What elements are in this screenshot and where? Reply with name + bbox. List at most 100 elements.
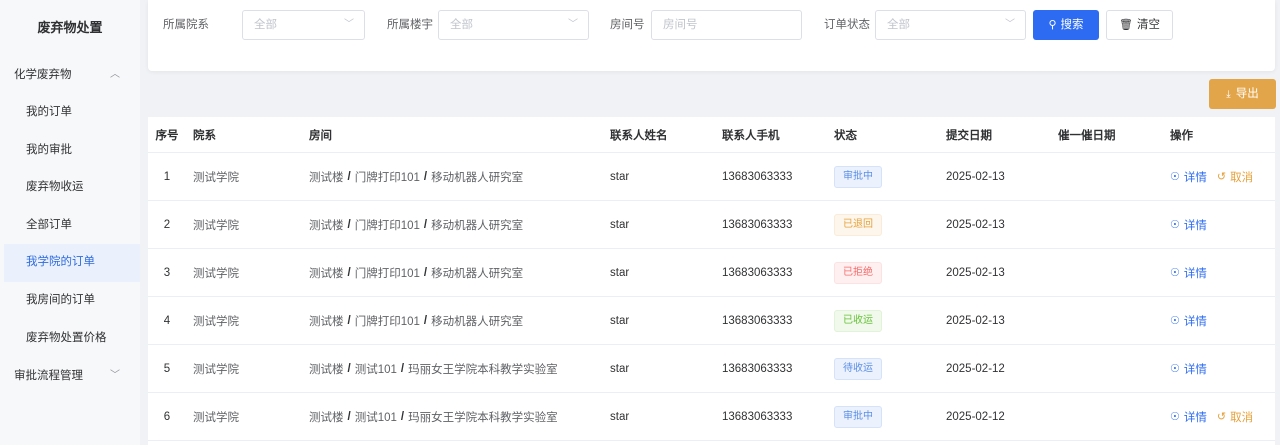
header-index: 序号 xyxy=(155,129,179,142)
status-badge: 已收运 xyxy=(834,309,882,332)
building-filter-label: 所属楼宇 xyxy=(387,19,433,31)
table-row: 2 测试学院 测试楼 / 门牌打印101/移动机器人研究室 star 1368306… xyxy=(148,201,1275,249)
building-select[interactable]: 全部 ﹀ xyxy=(438,10,589,40)
row-contact-phone: 13683063333 xyxy=(722,170,793,183)
undo-icon: ↺ xyxy=(1216,411,1227,423)
menu-group-chemical-waste[interactable]: 化学废弃物 ︿ xyxy=(0,56,140,94)
table-header: 序号 院系 房间 联系人姓名 联系人手机 状态 提交日期 催一催日期 操作 xyxy=(148,117,1275,153)
eye-icon: ☉ xyxy=(1170,411,1180,423)
download-icon: ⤓ xyxy=(1226,89,1231,100)
row-college: 测试学院 xyxy=(193,363,239,376)
row-room: 测试楼 / 门牌打印101/移动机器人研究室 xyxy=(309,266,524,280)
detail-link[interactable]: ☉ 详情 xyxy=(1170,169,1207,185)
header-remind-date: 催一催日期 xyxy=(1058,129,1116,142)
row-college: 测试学院 xyxy=(193,219,239,232)
orders-table: 序号 院系 房间 联系人姓名 联系人手机 状态 提交日期 催一催日期 操作 1 … xyxy=(148,117,1275,445)
sidebar: 废弃物处置 化学废弃物 ︿ 我的订单 我的审批 废弃物收运 全部订单 我学院的订… xyxy=(0,0,140,445)
eye-icon: ☉ xyxy=(1170,315,1180,327)
sidebar-item-disposal-price[interactable]: 废弃物处置价格 xyxy=(0,320,140,358)
status-select[interactable]: 全部 ﹀ xyxy=(875,10,1026,40)
room-filter-label: 房间号 xyxy=(610,19,645,31)
row-contact-name: star xyxy=(610,170,630,183)
row-index: 2 xyxy=(163,218,171,231)
row-submit-date: 2025-02-12 xyxy=(946,410,1005,423)
room-input[interactable]: 房间号 xyxy=(651,10,802,40)
status-badge: 审批中 xyxy=(834,165,882,188)
detail-link[interactable]: ☉ 详情 xyxy=(1170,409,1207,425)
search-button[interactable]: ⚲ 搜索 xyxy=(1033,10,1099,40)
menu-group-approval-flow[interactable]: 审批流程管理 ﹀ xyxy=(0,357,140,395)
eye-icon: ☉ xyxy=(1170,219,1180,231)
table-row: 1 测试学院 测试楼 / 门牌打印101/移动机器人研究室 star 1368306… xyxy=(148,153,1275,201)
row-room: 测试楼 / 测试101/玛丽女王学院本科教学实验室 xyxy=(309,410,558,424)
row-contact-phone: 13683063333 xyxy=(722,266,793,279)
chevron-down-icon: ﹀ xyxy=(110,370,120,382)
cancel-link[interactable]: ↺ 取消 xyxy=(1217,169,1253,185)
college-select[interactable]: 全部 ﹀ xyxy=(242,10,365,40)
row-contact-name: star xyxy=(610,314,630,327)
row-contact-phone: 13683063333 xyxy=(722,410,793,423)
header-actions: 操作 xyxy=(1170,129,1193,142)
row-contact-phone: 13683063333 xyxy=(722,362,793,375)
detail-link[interactable]: ☉ 详情 xyxy=(1170,217,1207,233)
undo-icon: ↺ xyxy=(1216,171,1227,183)
sidebar-item-all-orders[interactable]: 全部订单 xyxy=(0,207,140,245)
row-contact-phone: 13683063333 xyxy=(722,218,793,231)
status-badge: 待收运 xyxy=(834,357,882,380)
status-badge: 审批中 xyxy=(834,405,882,428)
row-college: 测试学院 xyxy=(193,171,239,184)
sidebar-item-room-orders[interactable]: 我房间的订单 xyxy=(0,282,140,320)
detail-link[interactable]: ☉ 详情 xyxy=(1170,265,1207,281)
export-button[interactable]: ⤓ 导出 xyxy=(1209,79,1276,109)
row-college: 测试学院 xyxy=(193,411,239,424)
row-index: 4 xyxy=(163,314,171,327)
table-row: 5 测试学院 测试楼 / 测试101/玛丽女王学院本科教学实验室 star 1368… xyxy=(148,345,1275,393)
status-filter-label: 订单状态 xyxy=(824,19,870,31)
row-index: 6 xyxy=(163,410,171,423)
sidebar-item-college-orders[interactable]: 我学院的订单 xyxy=(4,244,140,282)
header-submit-date: 提交日期 xyxy=(946,129,992,142)
search-icon: ⚲ xyxy=(1048,19,1057,31)
table-row: 6 测试学院 测试楼 / 测试101/玛丽女王学院本科教学实验室 star 1368… xyxy=(148,393,1275,441)
status-badge: 已退回 xyxy=(834,213,882,236)
row-submit-date: 2025-02-12 xyxy=(946,362,1005,375)
chevron-down-icon: ﹀ xyxy=(1005,19,1015,30)
row-room: 测试楼 / 门牌打印101/移动机器人研究室 xyxy=(309,314,524,328)
header-college: 院系 xyxy=(193,129,216,142)
header-status: 状态 xyxy=(834,129,857,142)
chevron-up-icon: ︿ xyxy=(110,69,120,80)
row-room: 测试楼 / 门牌打印101/移动机器人研究室 xyxy=(309,170,524,184)
row-contact-phone: 13683063333 xyxy=(722,314,793,327)
row-college: 测试学院 xyxy=(193,315,239,328)
row-submit-date: 2025-02-13 xyxy=(946,218,1005,231)
status-badge: 已拒绝 xyxy=(834,261,882,284)
chevron-down-icon: ﹀ xyxy=(568,19,578,30)
clear-button[interactable]: 🗑 清空 xyxy=(1106,10,1173,40)
sidebar-item-my-approvals[interactable]: 我的审批 xyxy=(0,132,140,170)
header-room: 房间 xyxy=(309,129,332,142)
row-room: 测试楼 / 测试101/玛丽女王学院本科教学实验室 xyxy=(309,362,558,376)
sidebar-title: 废弃物处置 xyxy=(37,20,103,35)
row-contact-name: star xyxy=(610,218,630,231)
trash-icon: 🗑 xyxy=(1119,19,1133,31)
row-index: 3 xyxy=(163,266,171,279)
eye-icon: ☉ xyxy=(1170,171,1180,183)
row-index: 1 xyxy=(163,170,171,183)
menu-group-label: 化学废弃物 xyxy=(14,69,72,81)
main-content: 所属院系 全部 ﹀ 所属楼宇 全部 ﹀ 房间号 房间号 订单状态 全部 ﹀ ⚲ 搜… xyxy=(140,0,1280,445)
row-index: 5 xyxy=(163,362,171,375)
table-row: 3 测试学院 测试楼 / 门牌打印101/移动机器人研究室 star 1368306… xyxy=(148,249,1275,297)
detail-link[interactable]: ☉ 详情 xyxy=(1170,313,1207,329)
row-contact-name: star xyxy=(610,266,630,279)
row-contact-name: star xyxy=(610,362,630,375)
eye-icon: ☉ xyxy=(1170,363,1180,375)
row-college: 测试学院 xyxy=(193,267,239,280)
sidebar-item-waste-collection[interactable]: 废弃物收运 xyxy=(0,169,140,207)
detail-link[interactable]: ☉ 详情 xyxy=(1170,361,1207,377)
college-filter-label: 所属院系 xyxy=(163,19,209,31)
row-submit-date: 2025-02-13 xyxy=(946,266,1005,279)
row-contact-name: star xyxy=(610,410,630,423)
row-room: 测试楼 / 门牌打印101/移动机器人研究室 xyxy=(309,218,524,232)
cancel-link[interactable]: ↺ 取消 xyxy=(1217,409,1253,425)
sidebar-item-my-orders[interactable]: 我的订单 xyxy=(0,94,140,132)
